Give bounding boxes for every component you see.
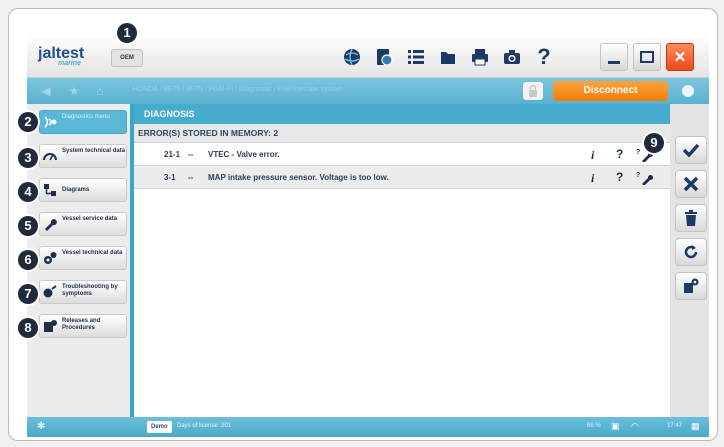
home-icon[interactable]: ⌂ xyxy=(93,84,107,98)
callout-5: 5 xyxy=(18,216,38,236)
page-title: DIAGNOSIS xyxy=(134,104,670,124)
troubleshoot-icon xyxy=(43,285,57,298)
repair-tools-icon xyxy=(684,278,699,293)
gears-icon xyxy=(44,252,57,264)
error-separator: -- xyxy=(188,150,194,159)
diagnosis-panel: DIAGNOSIS ERROR(S) STORED IN MEMORY: 2 2… xyxy=(134,104,670,417)
callout-9: 9 xyxy=(644,133,664,153)
calendar-icon[interactable]: ▦ xyxy=(691,421,700,432)
sidebar-item-diagnostics-menu[interactable]: Diagnostics menu xyxy=(39,110,127,134)
demo-badge: Demo xyxy=(147,421,172,433)
sidebar-item-label: Diagrams xyxy=(62,187,90,193)
oem-button[interactable]: OEM xyxy=(111,49,143,67)
cancel-button[interactable] xyxy=(675,170,707,198)
check-icon xyxy=(682,143,700,158)
action-column xyxy=(670,104,709,417)
svg-text:?: ? xyxy=(636,172,640,179)
clock: 17:47 xyxy=(667,423,683,429)
callout-4: 4 xyxy=(18,182,38,202)
table-row[interactable]: 21-1 -- VTEC - Valve error. i ? ? xyxy=(134,143,670,166)
battery-icon: ▣ xyxy=(611,421,620,431)
procedures-icon xyxy=(44,320,57,332)
close-icon: ✕ xyxy=(673,49,687,66)
callout-3: 3 xyxy=(18,148,38,168)
sidebar-item-diagrams[interactable]: Diagrams xyxy=(39,178,127,202)
errors-header: ERROR(S) STORED IN MEMORY: 2 xyxy=(134,124,670,143)
folder-icon[interactable] xyxy=(436,45,460,69)
error-description: MAP intake pressure sensor. Voltage is t… xyxy=(208,173,389,182)
app-window: jaltest marine OEM ? ✕ ◀ ★ ⌂ ... HONDA /… xyxy=(27,37,709,437)
trash-icon xyxy=(685,210,697,226)
maximize-icon xyxy=(640,51,654,63)
error-code: 3-1 xyxy=(164,173,176,182)
wifi-icon: ◠ xyxy=(631,421,639,431)
accept-button[interactable] xyxy=(675,136,707,164)
printer-icon[interactable] xyxy=(468,45,492,69)
maximize-button[interactable] xyxy=(633,43,661,71)
callout-2: 2 xyxy=(18,112,38,132)
sidebar-item-label: System technical data xyxy=(62,148,126,154)
sidebar-item-troubleshooting-by-symptoms[interactable]: Troubleshooting by symptoms xyxy=(39,280,127,304)
top-toolbar: jaltest marine OEM ? ✕ xyxy=(27,37,709,78)
error-code: 21-1 xyxy=(164,150,181,159)
refresh-button[interactable] xyxy=(675,238,707,266)
delete-button[interactable] xyxy=(675,204,707,232)
error-description: VTEC - Valve error. xyxy=(208,150,280,159)
lock-icon xyxy=(529,84,537,97)
logo-subtext: marine xyxy=(58,60,81,67)
table-row[interactable]: 3-1 -- MAP intake pressure sensor. Volta… xyxy=(134,166,670,189)
guided-repair-icon[interactable]: ? xyxy=(636,170,654,185)
sidebar-item-vessel-technical-data[interactable]: Vessel technical data xyxy=(39,246,127,270)
repair-tools-button[interactable] xyxy=(675,272,707,300)
help-icon[interactable]: ? xyxy=(616,170,623,184)
sidebar-item-label: Vessel technical data xyxy=(62,250,123,256)
navigation-bar: ◀ ★ ⌂ ... HONDA / BF75 / BF75 / PGM-FI /… xyxy=(27,78,709,104)
sidebar-item-label: Vessel service data xyxy=(62,216,118,222)
list-icon[interactable] xyxy=(404,45,428,69)
sidebar-item-system-technical-data[interactable]: System technical data xyxy=(39,144,127,168)
app-logo: jaltest marine xyxy=(38,45,84,67)
back-icon[interactable]: ◀ xyxy=(39,84,53,98)
globe-icon[interactable] xyxy=(340,45,364,69)
favorite-icon[interactable]: ★ xyxy=(67,84,81,98)
gauge-icon xyxy=(43,153,57,161)
status-bar: ✱ Demo Days of license: 201 66 % ▣ ◠ 17:… xyxy=(27,417,709,437)
refresh-icon xyxy=(684,245,698,259)
callout-1: 1 xyxy=(117,23,137,43)
callout-6: 6 xyxy=(18,250,38,270)
bluetooth-icon: ✱ xyxy=(37,421,46,432)
photo-camera-icon[interactable] xyxy=(500,45,524,69)
wrench-icon xyxy=(45,219,57,231)
cancel-icon xyxy=(683,176,699,192)
sidebar-item-label: Diagnostics menu xyxy=(62,114,110,120)
help-icon[interactable]: ? xyxy=(616,147,623,161)
sidebar-item-label: Releases and Procedures xyxy=(62,318,101,331)
info-icon[interactable]: i xyxy=(591,171,594,186)
camera-document-icon[interactable] xyxy=(372,45,396,69)
minimize-button[interactable] xyxy=(600,43,628,71)
sidebar-item-releases-and-procedures[interactable]: Releases and Procedures xyxy=(39,314,127,338)
lock-button[interactable] xyxy=(523,82,543,100)
disconnect-button[interactable]: Disconnect xyxy=(553,81,668,101)
diagram-icon xyxy=(44,184,56,196)
close-button[interactable]: ✕ xyxy=(666,43,694,71)
callout-7: 7 xyxy=(18,284,38,304)
svg-text:?: ? xyxy=(636,149,640,156)
minimize-icon xyxy=(608,60,620,64)
sidebar-item-vessel-service-data[interactable]: Vessel service data xyxy=(39,212,127,236)
error-separator: -- xyxy=(188,173,194,182)
diagnosis-icon xyxy=(44,116,57,128)
status-indicator-button[interactable] xyxy=(682,85,694,97)
callout-8: 8 xyxy=(18,318,38,338)
battery-level: 66 % xyxy=(587,423,601,429)
sidebar-item-label: Troubleshooting by symptoms xyxy=(62,284,118,297)
help-icon[interactable]: ? xyxy=(532,44,556,69)
license-days: Days of license: 201 xyxy=(177,423,232,429)
sidebar: Diagnostics menu System technical data D… xyxy=(27,104,130,417)
info-icon[interactable]: i xyxy=(591,148,594,163)
breadcrumb: ... HONDA / BF75 / BF75 / PGM-FI / Diagn… xyxy=(125,86,343,93)
